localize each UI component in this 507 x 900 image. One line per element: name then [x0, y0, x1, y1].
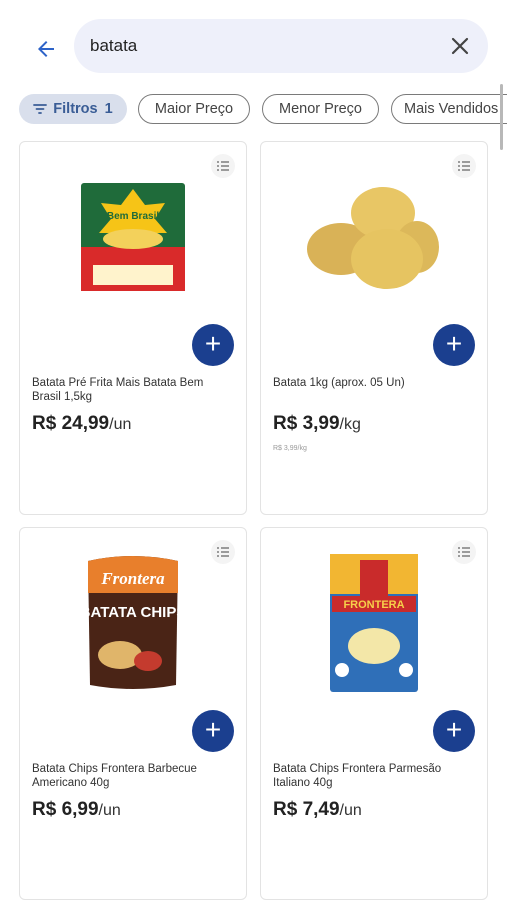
product-name: Batata Pré Frita Mais Batata Bem Brasil … [32, 377, 204, 403]
search-input[interactable] [90, 31, 430, 61]
product-card[interactable]: + Batata 1kg (aprox. 05 Un) R$ 3,99/kg R… [260, 141, 488, 515]
product-name: Batata Chips Frontera Barbecue Americano… [32, 763, 197, 789]
unit-price-note: R$ 3,99/kg [273, 445, 307, 452]
product-price: R$ 6,99/un [32, 799, 121, 820]
product-price: R$ 3,99/kg [273, 413, 361, 434]
product-card[interactable]: Bem Brasil + Batata Pré Frita Mais Batat… [19, 141, 247, 515]
scrollbar[interactable] [500, 84, 503, 150]
add-to-cart-button[interactable]: + [433, 710, 475, 752]
pack-title-text: BATATA CHIPS [80, 604, 187, 621]
product-price: R$ 24,99/un [32, 413, 132, 434]
filters-chip-label: Filtros [53, 101, 98, 117]
search-box [74, 19, 488, 73]
product-card[interactable]: Frontera BATATA CHIPS + Batata Chips Fro… [19, 527, 247, 900]
chip-menor-preco[interactable]: Menor Preço [262, 94, 379, 124]
product-price: R$ 7,49/un [273, 799, 362, 820]
back-arrow-icon[interactable] [30, 33, 62, 65]
filters-chip[interactable]: Filtros 1 [19, 94, 127, 124]
filters-count-badge: 1 [104, 101, 113, 117]
product-name: Batata 1kg (aprox. 05 Un) [273, 377, 405, 389]
add-to-cart-button[interactable]: + [192, 710, 234, 752]
pack-brand-text: Bem Brasil [107, 211, 159, 222]
product-image: Frontera BATATA CHIPS [20, 548, 246, 698]
chip-maior-preco[interactable]: Maior Preço [138, 94, 250, 124]
product-image: Bem Brasil [20, 162, 246, 312]
pack-brand-text: Frontera [100, 569, 165, 588]
filter-chips-row: Filtros 1 Maior Preço Menor Preço Mais V… [0, 92, 507, 126]
chip-label: Menor Preço [278, 101, 362, 117]
filter-icon [33, 104, 48, 114]
add-to-cart-button[interactable]: + [192, 324, 234, 366]
chip-mais-vendidos[interactable]: Mais Vendidos [391, 94, 507, 124]
chip-label: Maior Preço [154, 101, 234, 117]
product-card[interactable]: FRONTERA + Batata Chips Frontera Parmesã… [260, 527, 488, 900]
pack-brand-text: FRONTERA [343, 599, 404, 611]
chip-label: Mais Vendidos [404, 101, 499, 117]
product-name: Batata Chips Frontera Parmesão Italiano … [273, 763, 442, 789]
product-image [261, 162, 487, 312]
product-image: FRONTERA [261, 548, 487, 698]
close-icon[interactable] [446, 32, 474, 60]
add-to-cart-button[interactable]: + [433, 324, 475, 366]
